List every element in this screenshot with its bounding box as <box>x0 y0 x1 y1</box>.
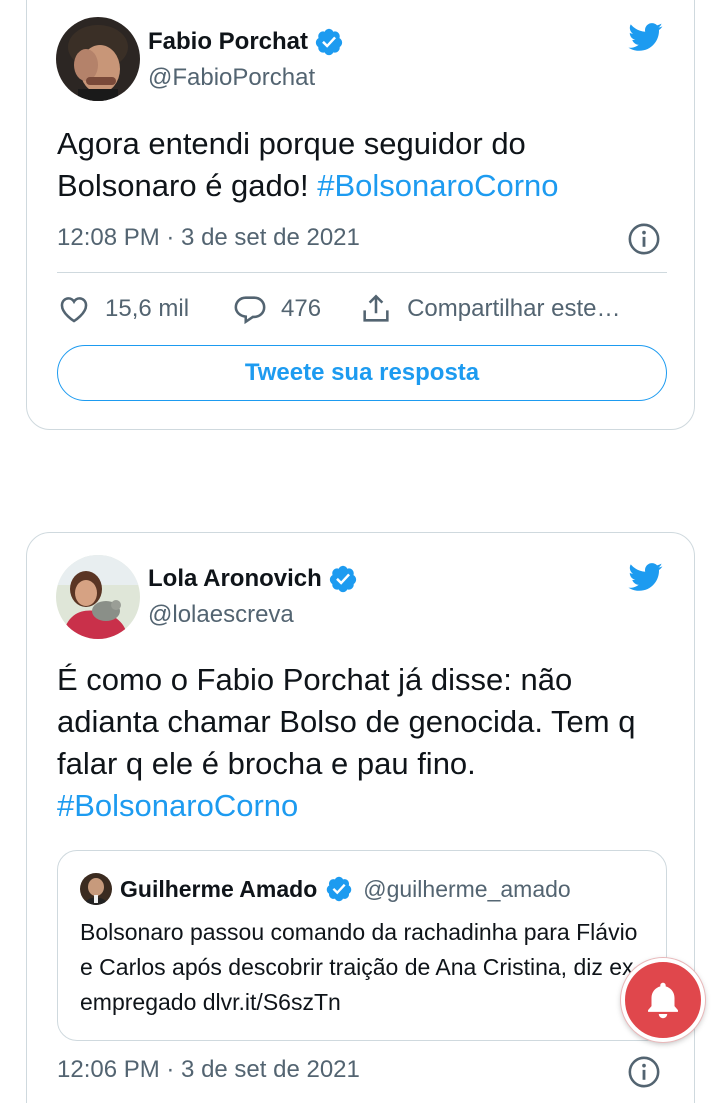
verified-badge-icon <box>329 565 356 593</box>
tweet-timestamp[interactable]: 12:06 PM · 3 de set de 2021 <box>57 1056 360 1084</box>
info-icon[interactable] <box>627 1055 661 1089</box>
twitter-bird-icon[interactable] <box>624 559 666 595</box>
tweet-timestamp[interactable]: 12:08 PM · 3 de set de 2021 <box>57 224 360 252</box>
divider <box>57 272 667 273</box>
quoted-author-name: Guilherme Amado <box>120 875 318 902</box>
author-name[interactable]: Lola Aronovich <box>148 565 322 593</box>
bell-icon <box>648 982 678 1019</box>
share-button[interactable]: Compartilhar este… <box>359 292 621 326</box>
tweet-card[interactable]: Fabio Porchat @FabioPorchat Agora entend… <box>26 0 695 430</box>
twitter-bird-icon[interactable] <box>624 19 666 55</box>
author-handle[interactable]: @FabioPorchat <box>148 64 315 92</box>
author-avatar[interactable] <box>56 555 140 639</box>
reply-bubble-icon <box>234 296 266 325</box>
reply-button[interactable]: 476 <box>233 292 321 326</box>
info-icon[interactable] <box>627 222 661 256</box>
tweet-text: Agora entendi porque seguidor do Bolsona… <box>57 123 667 207</box>
tweet-card[interactable]: Lola Aronovich @lolaescreva É como o Fab… <box>26 532 695 1103</box>
share-icon <box>363 294 389 322</box>
author-handle[interactable]: @lolaescreva <box>148 601 294 629</box>
author-name[interactable]: Fabio Porchat <box>148 28 308 56</box>
share-label: Compartilhar este… <box>407 295 621 322</box>
notification-bell-button[interactable] <box>621 958 705 1042</box>
tweet-text: É como o Fabio Porchat já disse: não adi… <box>57 659 667 827</box>
quoted-tweet-text: Bolsonaro passou comando da rachadinha p… <box>80 919 642 1015</box>
action-bar: 15,6 mil 476 Compartilhar este… <box>57 292 621 326</box>
author-avatar[interactable] <box>56 17 140 101</box>
reply-tweet-button[interactable]: Tweete sua resposta <box>57 345 667 401</box>
tweet-text-body: É como o Fabio Porchat já disse: não adi… <box>57 662 636 781</box>
hashtag-link[interactable]: #BolsonaroCorno <box>57 788 298 823</box>
verified-badge-icon <box>315 28 343 56</box>
quoted-author-avatar <box>80 873 112 905</box>
heart-icon <box>60 297 88 323</box>
hashtag-link[interactable]: #BolsonaroCorno <box>317 168 558 203</box>
quoted-author-handle: @guilherme_amado <box>363 875 571 902</box>
quoted-tweet[interactable]: Guilherme Amado @guilherme_amado Bolsona… <box>57 850 667 1041</box>
like-count: 15,6 mil <box>105 295 190 322</box>
verified-badge-icon <box>326 876 352 902</box>
reply-count: 476 <box>281 295 322 322</box>
like-button[interactable]: 15,6 mil <box>57 292 189 326</box>
